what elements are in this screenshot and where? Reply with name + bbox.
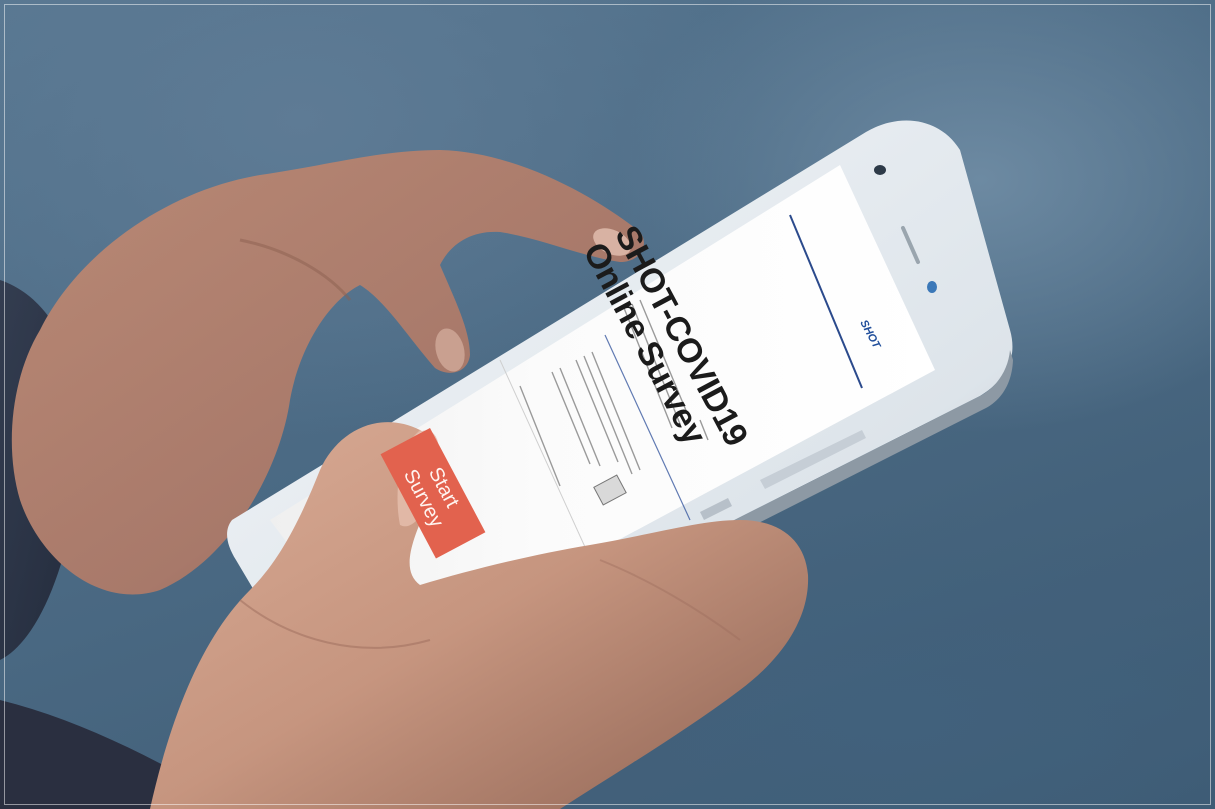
scene-illustration <box>0 120 1013 809</box>
photo-scene: SHOT-COVID19 Online Survey Start Survey … <box>0 0 1215 809</box>
